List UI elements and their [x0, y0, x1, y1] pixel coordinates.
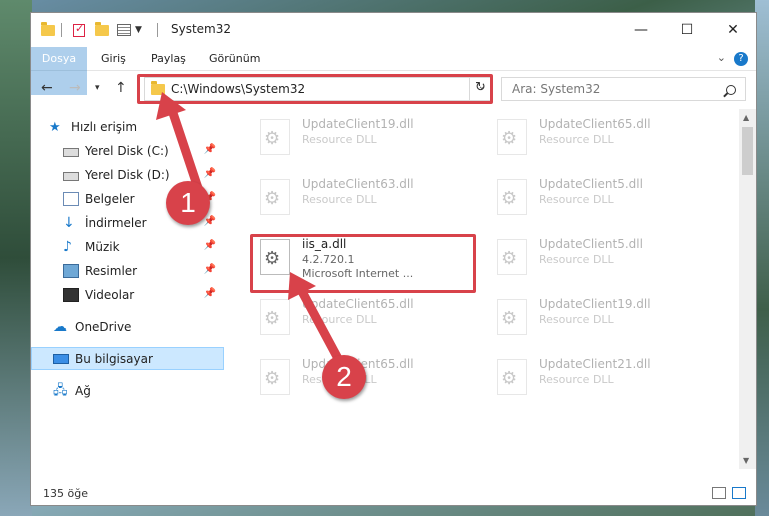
sidebar-item-label: Hızlı erişim: [71, 119, 138, 134]
desktop-background-left: [0, 0, 32, 516]
disk-icon: [63, 147, 79, 157]
downloads-icon: ↓: [63, 214, 75, 231]
chevron-down-icon[interactable]: ⌄: [717, 51, 726, 64]
dll-file-icon: [260, 179, 290, 215]
file-description: Resource DLL: [539, 193, 614, 206]
close-button[interactable]: ✕: [710, 13, 756, 47]
item-count: 135 öğe: [43, 487, 88, 500]
file-name: UpdateClient5.dll: [539, 177, 643, 191]
window-title: System32: [171, 22, 232, 36]
up-arrow-icon[interactable]: ↑: [115, 80, 127, 96]
search-icon[interactable]: [726, 85, 736, 95]
pin-icon[interactable]: 📌: [204, 264, 216, 275]
tab-home[interactable]: Giriş: [91, 47, 136, 71]
search-input[interactable]: Ara: System32: [501, 77, 746, 101]
list-item[interactable]: UpdateClient63.dll Resource DLL: [252, 173, 482, 221]
sidebar-item-label: Bu bilgisayar: [75, 351, 153, 366]
ribbon: Dosya Giriş Paylaş Görünüm ⌄ ?: [31, 47, 756, 95]
vertical-scrollbar[interactable]: ▲ ▼: [739, 109, 756, 469]
music-icon: ♪: [63, 238, 72, 255]
sidebar-item-music[interactable]: ♪ Müzik 📌: [31, 235, 224, 258]
status-bar: 135 öğe: [31, 481, 756, 505]
sidebar-item-label: Videolar: [85, 287, 135, 302]
file-name: UpdateClient5.dll: [539, 237, 643, 251]
pictures-icon: [63, 263, 79, 278]
sidebar-item-label: Müzik: [85, 239, 120, 254]
scroll-down-icon[interactable]: ▼: [743, 456, 749, 465]
minimize-button[interactable]: —: [618, 13, 664, 47]
star-icon: ★: [49, 119, 61, 135]
pin-icon[interactable]: 📌: [204, 240, 216, 251]
maximize-button[interactable]: ☐: [664, 13, 710, 47]
callout-badge-2: 2: [322, 355, 366, 399]
file-description: Resource DLL: [539, 373, 614, 386]
large-icons-view-icon[interactable]: [732, 487, 746, 499]
list-item[interactable]: UpdateClient19.dll Resource DLL: [489, 293, 719, 341]
dll-file-icon: [497, 239, 527, 275]
sidebar-item-onedrive[interactable]: ☁ OneDrive: [31, 315, 224, 338]
dll-file-icon: [497, 359, 527, 395]
dll-file-icon: [497, 179, 527, 215]
scroll-up-icon[interactable]: ▲: [743, 113, 749, 122]
properties-check-icon[interactable]: [73, 21, 85, 39]
sidebar-item-network[interactable]: 🖧 Ağ: [31, 379, 224, 402]
file-description: Resource DLL: [302, 133, 377, 146]
recent-locations-icon[interactable]: ▾: [95, 83, 100, 93]
file-description: Resource DLL: [302, 193, 377, 206]
scrollbar-thumb[interactable]: [742, 127, 753, 175]
title-bar: ▼ System32 — ☐ ✕: [31, 13, 756, 47]
file-name: UpdateClient19.dll: [302, 117, 414, 131]
list-item[interactable]: UpdateClient19.dll Resource DLL: [252, 113, 482, 161]
file-description: Resource DLL: [539, 253, 614, 266]
sidebar-item-label: Ağ: [75, 383, 91, 398]
network-icon: 🖧: [53, 382, 68, 398]
callout-badge-1: 1: [166, 181, 210, 225]
back-arrow-icon[interactable]: ←: [41, 80, 53, 96]
forward-arrow-icon[interactable]: →: [69, 80, 81, 96]
dll-file-icon: [260, 119, 290, 155]
address-row: ← → ▾ ↑ C:\Windows\System32 ⌄ ↻ Ara: Sys…: [31, 71, 756, 107]
details-view-icon[interactable]: [712, 487, 726, 499]
list-item[interactable]: UpdateClient5.dll Resource DLL: [489, 173, 719, 221]
sidebar-item-label: Belgeler: [85, 191, 135, 206]
tab-share[interactable]: Paylaş: [141, 47, 196, 71]
dll-file-icon: [497, 119, 527, 155]
folder-icon: [41, 21, 55, 39]
desktop-background-right: [755, 0, 769, 516]
list-item[interactable]: UpdateClient21.dll Resource DLL: [489, 353, 719, 401]
sidebar-item-this-pc[interactable]: Bu bilgisayar: [31, 347, 224, 370]
sidebar-item-label: OneDrive: [75, 319, 132, 334]
dll-file-icon: [497, 299, 527, 335]
list-item[interactable]: UpdateClient65.dll Resource DLL: [489, 113, 719, 161]
pin-icon[interactable]: 📌: [204, 288, 216, 299]
list-item[interactable]: UpdateClient5.dll Resource DLL: [489, 233, 719, 281]
file-name: UpdateClient63.dll: [302, 177, 414, 191]
properties-icon[interactable]: [117, 21, 131, 39]
sidebar-item-videos[interactable]: Videolar 📌: [31, 283, 224, 306]
explorer-window: ▼ System32 — ☐ ✕ Dosya Giriş Paylaş Görü…: [30, 12, 757, 506]
title-separator: [157, 21, 158, 39]
sidebar-item-pictures[interactable]: Resimler 📌: [31, 259, 224, 282]
onedrive-icon: ☁: [53, 318, 67, 335]
documents-icon: [63, 191, 79, 206]
toolbar-separator: [61, 21, 62, 39]
new-folder-icon[interactable]: [95, 21, 109, 39]
file-name: UpdateClient19.dll: [539, 297, 651, 311]
tab-view[interactable]: Görünüm: [199, 47, 270, 71]
disk-icon: [63, 171, 79, 181]
file-description: Resource DLL: [539, 133, 614, 146]
file-name: UpdateClient65.dll: [539, 117, 651, 131]
sidebar-item-label: İndirmeler: [85, 215, 147, 230]
chevron-down-icon[interactable]: ▼: [135, 21, 142, 39]
file-name: UpdateClient21.dll: [539, 357, 651, 371]
videos-icon: [63, 287, 79, 302]
this-pc-icon: [53, 354, 69, 364]
help-icon[interactable]: ?: [734, 52, 748, 66]
file-description: Resource DLL: [539, 313, 614, 326]
sidebar-item-label: Resimler: [85, 263, 138, 278]
